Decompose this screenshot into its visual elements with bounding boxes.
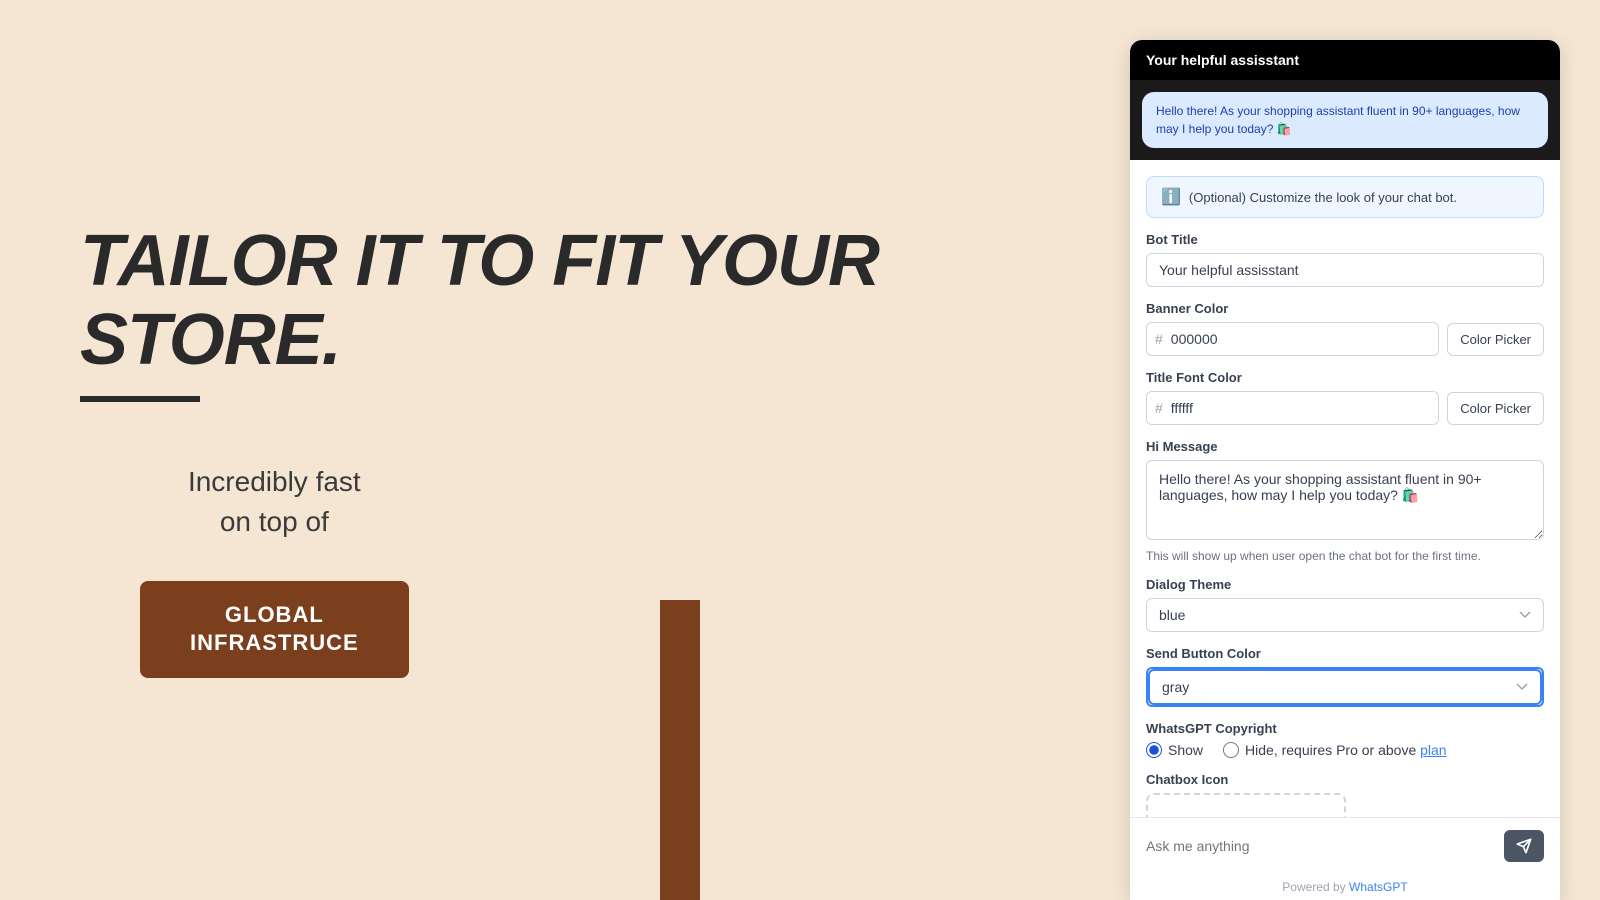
banner-color-picker-button[interactable]: Color Picker (1447, 323, 1544, 356)
chatbox-icon-group: Chatbox Icon Add image Accepts .svg (1146, 772, 1544, 817)
info-banner: ℹ️ (Optional) Customize the look of your… (1146, 176, 1544, 218)
vertical-bar-decoration (660, 600, 700, 900)
send-button-color-select[interactable]: gray blue green red black (1148, 669, 1542, 705)
dialog-theme-select[interactable]: blue green purple dark light (1146, 598, 1544, 632)
form-area: ℹ️ (Optional) Customize the look of your… (1130, 160, 1560, 817)
title-font-color-label: Title Font Color (1146, 370, 1544, 385)
hi-message-textarea[interactable]: Hello there! As your shopping assistant … (1146, 460, 1544, 540)
info-text: (Optional) Customize the look of your ch… (1189, 190, 1457, 205)
send-button-color-label: Send Button Color (1146, 646, 1544, 661)
title-font-color-input-wrap: # (1146, 391, 1439, 425)
send-button-color-group: Send Button Color gray blue green red bl… (1146, 646, 1544, 707)
chatbox-icon-row: Add image Accepts .svg (1146, 793, 1544, 817)
hash-symbol-title: # (1147, 392, 1171, 424)
powered-by: Powered by WhatsGPT (1130, 874, 1560, 900)
copyright-hide-radio[interactable] (1223, 742, 1239, 758)
banner-color-group: Banner Color # Color Picker (1146, 301, 1544, 356)
icon-upload-area[interactable]: Add image Accepts .svg (1146, 793, 1346, 817)
title-font-color-input[interactable] (1171, 392, 1438, 424)
subtitle: Incredibly fast on top of (140, 462, 409, 540)
underline-bar (80, 396, 200, 402)
bot-title-group: Bot Title (1146, 232, 1544, 287)
global-infrastructure-button[interactable]: GLOBAL INFRASTRUCE (140, 581, 409, 678)
right-panel: Your helpful assisstant Hello there! As … (1130, 40, 1560, 900)
dialog-theme-label: Dialog Theme (1146, 577, 1544, 592)
copyright-radio-group: Show Hide, requires Pro or above plan (1146, 742, 1544, 758)
copyright-show-label: Show (1168, 742, 1203, 758)
hi-message-group: Hi Message Hello there! As your shopping… (1146, 439, 1544, 563)
copyright-hide-option[interactable]: Hide, requires Pro or above plan (1223, 742, 1447, 758)
whatsGPT-link[interactable]: WhatsGPT (1349, 880, 1408, 894)
title-font-color-picker-button[interactable]: Color Picker (1447, 392, 1544, 425)
banner-color-input[interactable] (1171, 323, 1438, 355)
chat-bottom-input[interactable] (1146, 838, 1494, 854)
chat-header: Your helpful assisstant (1130, 40, 1560, 80)
bot-title-label: Bot Title (1146, 232, 1544, 247)
copyright-show-radio[interactable] (1146, 742, 1162, 758)
banner-color-input-wrap: # (1146, 322, 1439, 356)
plan-link[interactable]: plan (1420, 742, 1446, 758)
chat-preview: Your helpful assisstant Hello there! As … (1130, 40, 1560, 160)
bot-title-input[interactable] (1146, 253, 1544, 287)
title-font-color-group: Title Font Color # Color Picker (1146, 370, 1544, 425)
info-icon: ℹ️ (1161, 187, 1181, 207)
copyright-show-option[interactable]: Show (1146, 742, 1203, 758)
send-button[interactable] (1504, 830, 1544, 862)
copyright-hide-label: Hide, requires Pro or above plan (1245, 742, 1447, 758)
main-headline: TAILOR IT TO FIT YOUR STORE. (80, 222, 879, 380)
chatbox-icon-label: Chatbox Icon (1146, 772, 1544, 787)
hi-message-label: Hi Message (1146, 439, 1544, 454)
copyright-label: WhatsGPT Copyright (1146, 721, 1544, 736)
hash-symbol-banner: # (1147, 323, 1171, 355)
chat-message-bubble: Hello there! As your shopping assistant … (1142, 92, 1548, 148)
left-section: TAILOR IT TO FIT YOUR STORE. Incredibly … (0, 0, 1130, 900)
hi-message-helper: This will show up when user open the cha… (1146, 549, 1544, 563)
send-icon (1516, 838, 1532, 854)
dialog-theme-group: Dialog Theme blue green purple dark ligh… (1146, 577, 1544, 632)
chat-bottom-bar (1130, 817, 1560, 874)
copyright-group: WhatsGPT Copyright Show Hide, requires P… (1146, 721, 1544, 758)
banner-color-label: Banner Color (1146, 301, 1544, 316)
